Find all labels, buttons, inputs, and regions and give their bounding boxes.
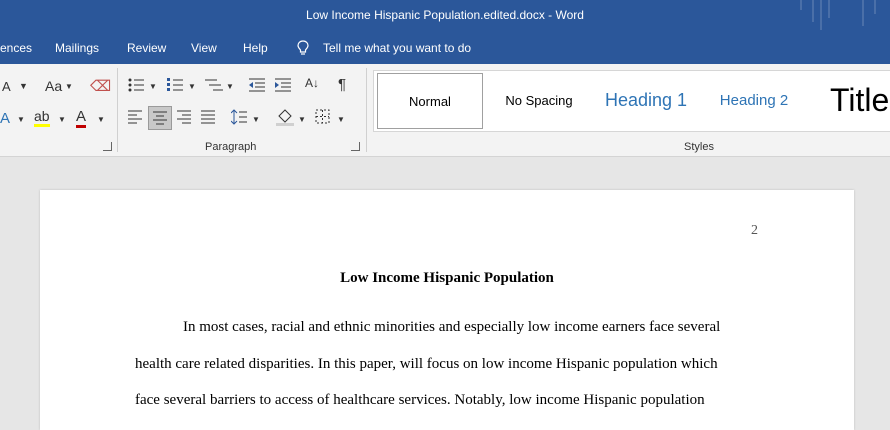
style-normal[interactable]: Normal (377, 73, 483, 129)
document-page[interactable]: 2 Low Income Hispanic Population In most… (40, 190, 854, 430)
chevron-down-icon: ▼ (337, 115, 345, 124)
chevron-down-icon: ▼ (65, 82, 73, 91)
tell-me-search[interactable]: Tell me what you want to do (323, 41, 471, 55)
document-title: Low Income Hispanic Population (340, 270, 554, 286)
chevron-down-icon: ▼ (188, 82, 196, 91)
decor-bar (828, 0, 830, 18)
menu-view[interactable]: View (191, 41, 217, 55)
align-center-button[interactable] (148, 106, 172, 130)
clear-formatting-icon[interactable]: ⌫ (90, 77, 111, 95)
shading-icon[interactable] (276, 108, 294, 126)
style-heading-2[interactable]: Heading 2 (704, 73, 804, 127)
group-separator (366, 68, 367, 152)
highlight-color-button[interactable]: ab (34, 108, 50, 127)
styles-gallery: Normal No Spacing Heading 1 Heading 2 Ti… (373, 70, 890, 132)
multilevel-list-icon[interactable] (205, 78, 223, 92)
body-line: In most cases, racial and ethnic minorit… (183, 319, 721, 335)
decrease-indent-icon[interactable] (249, 78, 265, 92)
chevron-down-icon: ▼ (298, 115, 306, 124)
chevron-down-icon: ▼ (252, 115, 260, 124)
justify-icon[interactable] (201, 110, 215, 124)
decor-bar (800, 0, 802, 10)
style-heading-1[interactable]: Heading 1 (596, 73, 696, 127)
font-size-small-icon: ▼ (19, 81, 28, 91)
lightbulb-icon (297, 40, 309, 55)
text-effects-button[interactable]: A (0, 110, 10, 127)
bullets-icon[interactable] (128, 78, 144, 92)
align-center-icon (153, 111, 167, 125)
menu-mailings[interactable]: Mailings (55, 41, 99, 55)
chevron-down-icon: ▼ (149, 82, 157, 91)
window-title: Low Income Hispanic Population.edited.do… (306, 8, 584, 22)
paragraph-dialog-launcher-icon[interactable] (351, 142, 360, 151)
shrink-font-button[interactable]: A (2, 79, 11, 94)
body-line: health care related disparities. In this… (135, 356, 718, 372)
chevron-down-icon: ▼ (58, 115, 66, 124)
decor-bar (820, 0, 822, 30)
align-left-icon[interactable] (128, 110, 142, 124)
style-title[interactable]: Title (814, 73, 890, 127)
menu-bar: ences Mailings Review View Help Tell me … (0, 32, 890, 64)
font-dialog-launcher-icon[interactable] (103, 142, 112, 151)
increase-indent-icon[interactable] (275, 78, 291, 92)
menu-help[interactable]: Help (243, 41, 268, 55)
sort-icon[interactable]: A↓ (305, 76, 319, 90)
decor-bar (862, 0, 864, 26)
chevron-down-icon: ▼ (17, 115, 25, 124)
body-line: face several barriers to access of healt… (135, 392, 705, 408)
menu-review[interactable]: Review (127, 41, 166, 55)
chevron-down-icon: ▼ (226, 82, 234, 91)
group-separator (117, 68, 118, 152)
title-bar: Low Income Hispanic Population.edited.do… (0, 0, 890, 32)
change-case-button[interactable]: Aa (45, 78, 62, 94)
font-color-button[interactable]: A (76, 108, 87, 128)
styles-group-label: Styles (684, 141, 714, 153)
borders-icon[interactable] (315, 109, 330, 124)
style-no-spacing[interactable]: No Spacing (484, 73, 594, 127)
chevron-down-icon: ▼ (97, 115, 105, 124)
align-right-icon[interactable] (177, 110, 191, 124)
menu-references[interactable]: ences (0, 41, 32, 55)
decor-bar (874, 0, 876, 14)
paragraph-group-label: Paragraph (205, 141, 257, 153)
decor-bar (812, 0, 814, 22)
show-formatting-marks-icon[interactable]: ¶ (338, 76, 346, 93)
numbering-icon[interactable] (167, 78, 183, 92)
page-number: 2 (751, 223, 758, 238)
line-spacing-icon[interactable] (231, 109, 247, 125)
